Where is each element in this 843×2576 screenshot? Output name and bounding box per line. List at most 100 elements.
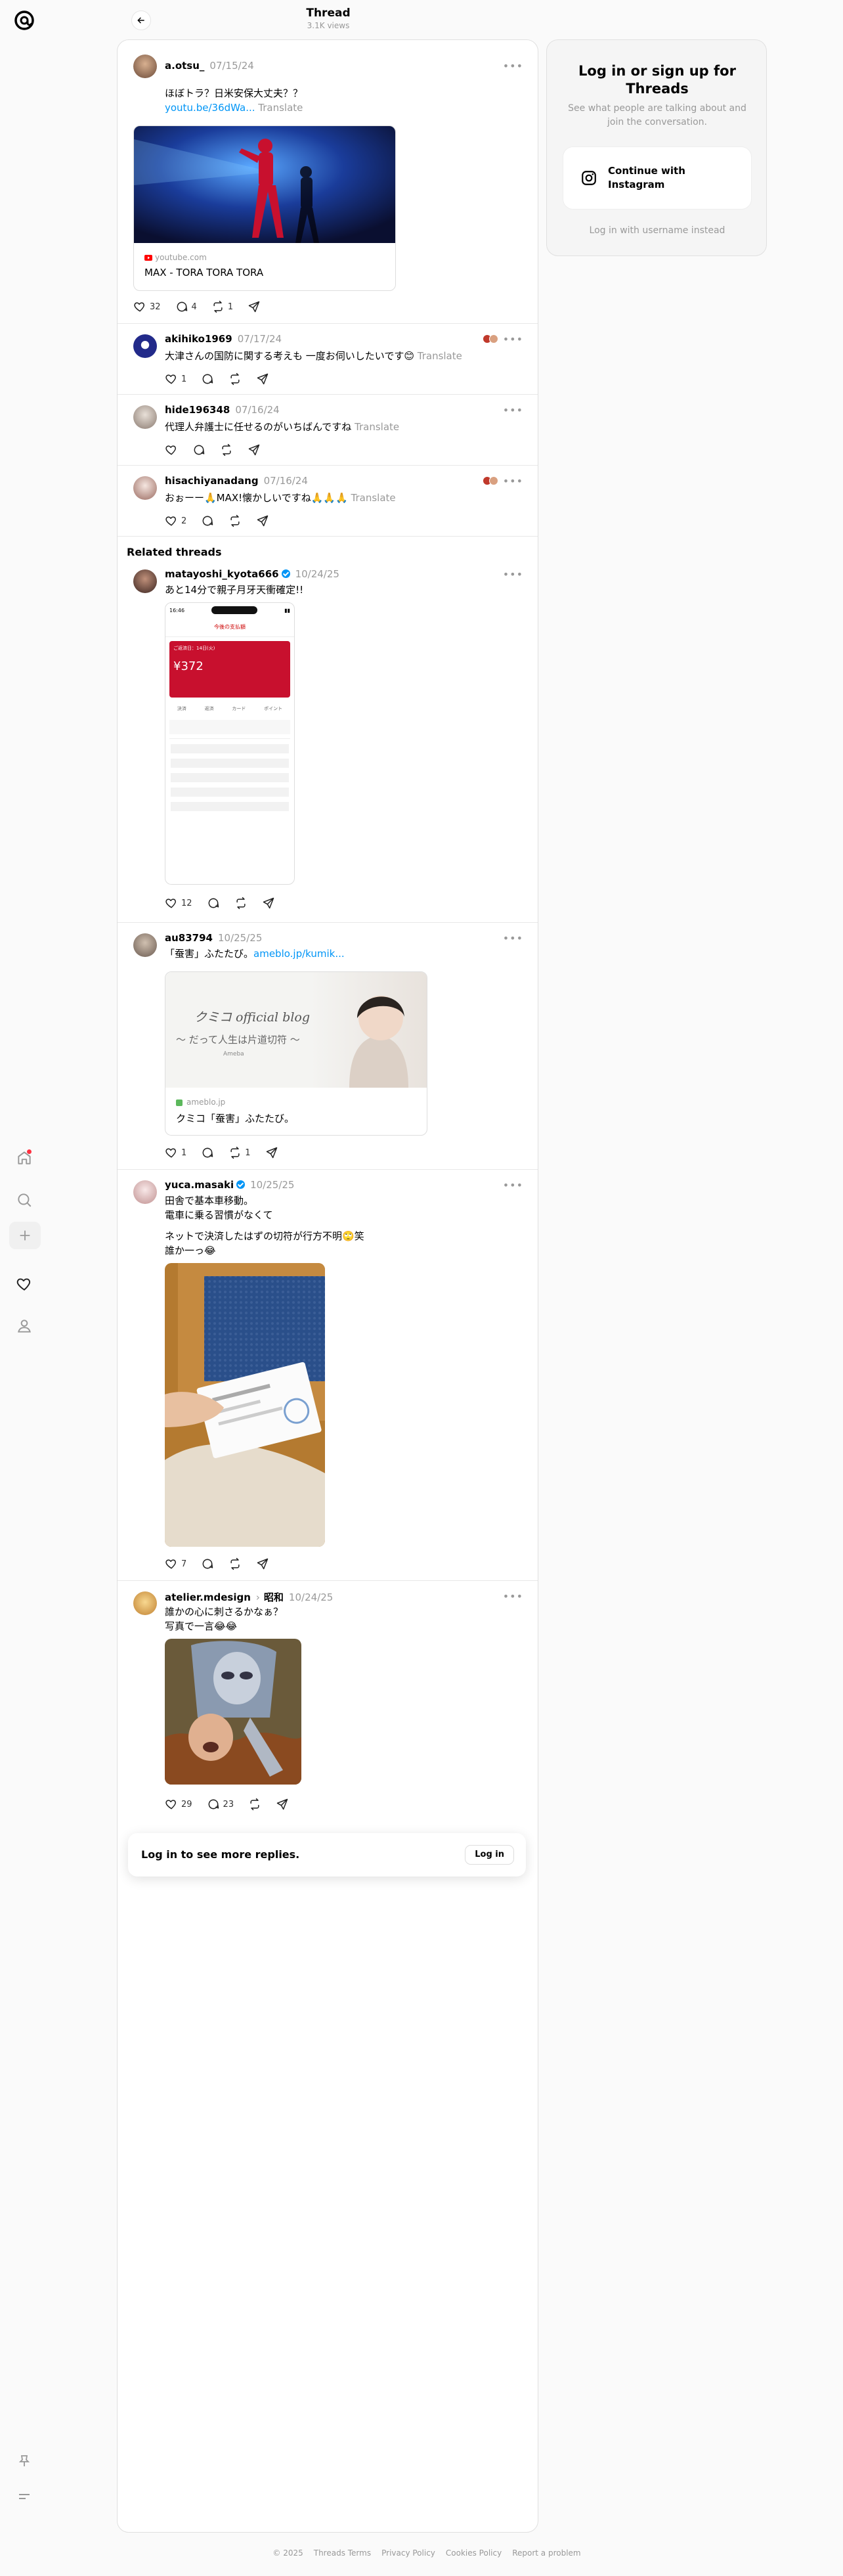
- heart-icon[interactable]: [14, 1274, 34, 1294]
- more-options-icon[interactable]: •••: [503, 1179, 523, 1191]
- post-photo[interactable]: [165, 1263, 325, 1547]
- repost-button[interactable]: 1: [211, 300, 233, 313]
- post-date: 07/16/24: [235, 404, 280, 416]
- reply-button[interactable]: [201, 514, 214, 527]
- avatar[interactable]: [133, 334, 157, 358]
- privacy-link[interactable]: Privacy Policy: [381, 2548, 435, 2558]
- more-options-icon[interactable]: •••: [503, 932, 523, 944]
- share-button[interactable]: [256, 1557, 269, 1570]
- username[interactable]: hisachiyanadang: [165, 475, 259, 487]
- translate-link[interactable]: Translate: [355, 421, 399, 433]
- username[interactable]: atelier.mdesign: [165, 1591, 251, 1603]
- menu-icon[interactable]: [14, 2487, 34, 2506]
- screenshot-image[interactable]: 16:46 ▮▮ 今後の支払額 ご返済日：14日(火) ¥372 決済 返済 カードポ…: [165, 602, 295, 885]
- like-button[interactable]: 1: [165, 372, 186, 386]
- reply-button[interactable]: [207, 897, 220, 910]
- terms-link[interactable]: Threads Terms: [314, 2548, 371, 2558]
- avatar[interactable]: [133, 405, 157, 429]
- login-prompt-text: Log in to see more replies.: [141, 1848, 300, 1861]
- cookies-link[interactable]: Cookies Policy: [446, 2548, 502, 2558]
- username[interactable]: yuca.masaki: [165, 1179, 234, 1191]
- threads-logo-icon[interactable]: [12, 8, 37, 33]
- more-options-icon[interactable]: •••: [503, 333, 523, 345]
- post-text-line: 田舎で基本車移動。: [165, 1195, 254, 1207]
- share-button[interactable]: [256, 372, 269, 386]
- share-button[interactable]: [256, 514, 269, 527]
- more-options-icon[interactable]: •••: [503, 475, 523, 487]
- profile-icon[interactable]: [14, 1316, 34, 1336]
- username[interactable]: hide196348: [165, 404, 230, 416]
- comment-icon: [201, 372, 214, 386]
- search-icon[interactable]: [14, 1190, 34, 1210]
- link-preview-card[interactable]: youtube.com MAX - TORA TORA TORA: [133, 125, 396, 291]
- more-options-icon[interactable]: •••: [503, 60, 523, 72]
- reply-button[interactable]: [201, 1557, 214, 1570]
- share-button[interactable]: [265, 1146, 278, 1159]
- link-preview-card[interactable]: クミコ official blog 〜 だって人生は片道切符 〜 Ameba a…: [165, 971, 427, 1136]
- avatar[interactable]: [133, 1180, 157, 1204]
- username[interactable]: matayoshi_kyota666: [165, 568, 279, 580]
- repost-button[interactable]: [220, 443, 233, 456]
- post-link[interactable]: youtu.be/36dWa...: [165, 102, 255, 114]
- avatar[interactable]: [133, 569, 157, 593]
- like-button[interactable]: 2: [165, 514, 186, 527]
- reply-button[interactable]: 23: [207, 1798, 234, 1811]
- create-button[interactable]: [9, 1222, 41, 1249]
- username[interactable]: akihiko1969: [165, 333, 232, 345]
- topic-tag[interactable]: 昭和: [264, 1591, 284, 1603]
- more-options-icon[interactable]: •••: [503, 1590, 523, 1603]
- repost-button[interactable]: [228, 372, 242, 386]
- like-button[interactable]: 32: [133, 300, 161, 313]
- comment-icon: [207, 897, 220, 910]
- share-button[interactable]: [248, 443, 261, 456]
- post-actions: 12: [165, 895, 275, 911]
- continue-with-instagram-button[interactable]: Continue with Instagram: [563, 146, 752, 210]
- username[interactable]: a.otsu_: [165, 60, 204, 72]
- like-button[interactable]: 29: [165, 1798, 192, 1811]
- repost-button[interactable]: [228, 514, 242, 527]
- reply-button[interactable]: [192, 443, 205, 456]
- translate-link[interactable]: Translate: [418, 350, 462, 362]
- reply-button[interactable]: 4: [175, 300, 197, 313]
- avatar[interactable]: [133, 476, 157, 500]
- home-icon[interactable]: [14, 1148, 34, 1168]
- avatar[interactable]: [133, 55, 157, 78]
- repost-button[interactable]: [228, 1557, 242, 1570]
- like-button[interactable]: 12: [165, 897, 192, 910]
- comment-icon: [207, 1798, 220, 1811]
- share-button[interactable]: [248, 300, 261, 313]
- pin-icon[interactable]: [14, 2451, 34, 2471]
- login-button[interactable]: Log in: [465, 1845, 514, 1865]
- repost-icon: [228, 1146, 242, 1159]
- like-button[interactable]: 1: [165, 1146, 186, 1159]
- repost-button[interactable]: [234, 897, 248, 910]
- more-options-icon[interactable]: •••: [503, 568, 523, 581]
- avatar[interactable]: [133, 1591, 157, 1615]
- repost-button[interactable]: 1: [228, 1146, 251, 1159]
- repost-button[interactable]: [248, 1798, 261, 1811]
- post-text-line: 誰か一っ😂: [165, 1245, 216, 1256]
- like-button[interactable]: [165, 443, 178, 456]
- copyright: © 2025: [272, 2548, 303, 2558]
- avatar[interactable]: [133, 933, 157, 957]
- username-login-link[interactable]: Log in with username instead: [560, 225, 754, 236]
- reply-button[interactable]: [201, 372, 214, 386]
- username[interactable]: au83794: [165, 932, 213, 944]
- post-link[interactable]: ameblo.jp/kumik...: [253, 948, 345, 960]
- view-count: 3.1K views: [307, 21, 350, 30]
- report-link[interactable]: Report a problem: [512, 2548, 580, 2558]
- left-rail: [0, 0, 50, 2576]
- like-button[interactable]: 7: [165, 1557, 186, 1570]
- translate-link[interactable]: Translate: [258, 102, 303, 114]
- translate-link[interactable]: Translate: [351, 492, 396, 504]
- post-photo[interactable]: [165, 1639, 301, 1785]
- more-options-icon[interactable]: •••: [503, 404, 523, 416]
- back-button[interactable]: [131, 11, 151, 30]
- reply-button[interactable]: [201, 1146, 214, 1159]
- post-text-line: 電車に乗る習慣がなくて: [165, 1209, 273, 1221]
- main-post: a.otsu_ 07/15/24 ••• ほぼトラ？日米安保大丈夫？？ youtu…: [118, 40, 538, 324]
- share-button[interactable]: [276, 1798, 289, 1811]
- share-button[interactable]: [262, 897, 275, 910]
- post-actions: 29 23: [165, 1796, 289, 1812]
- login-panel-subtitle: See what people are talking about and jo…: [568, 103, 746, 127]
